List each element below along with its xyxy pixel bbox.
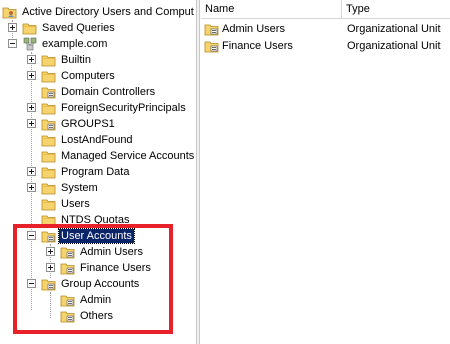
tree-item-label[interactable]: Users [59,197,92,211]
collapse-icon[interactable] [27,231,36,240]
tree-item-system[interactable]: System [0,180,196,196]
tree-item-label[interactable]: Group Accounts [59,277,141,291]
folder-icon [41,164,57,180]
ou-icon [41,84,57,100]
expand-icon[interactable] [27,167,36,176]
tree-item-computers[interactable]: Computers [0,68,196,84]
expand-icon[interactable] [27,71,36,80]
details-pane[interactable]: Name Type Admin Users Organizational Uni… [201,0,450,344]
list-item-type: Organizational Unit [347,23,441,35]
expand-icon[interactable] [27,103,36,112]
tree-root-label[interactable]: Active Directory Users and Comput [20,5,196,19]
list-item[interactable]: Admin Users Organizational Unit [201,21,450,37]
list-item[interactable]: Finance Users Organizational Unit [201,38,450,54]
tree-item-builtin[interactable]: Builtin [0,52,196,68]
tree-item-ntds-quotas[interactable]: NTDS Quotas [0,212,196,228]
folder-icon [41,52,57,68]
folder-icon [41,132,57,148]
tree-item-managed-service-accounts[interactable]: Managed Service Accounts [0,148,196,164]
tree-item-label[interactable]: Others [78,309,115,323]
tree-item-groups1[interactable]: GROUPS1 [0,116,196,132]
folder-icon [41,100,57,116]
tree-item-foreign-security-principals[interactable]: ForeignSecurityPrincipals [0,100,196,116]
tree-item-domain[interactable]: example.com [0,36,196,52]
folder-icon [41,212,57,228]
pane-splitter[interactable] [196,0,200,344]
collapse-icon[interactable] [27,279,36,288]
tree-item-label[interactable]: Domain Controllers [59,85,157,99]
tree-item-label[interactable]: System [59,181,100,195]
tree-item-users[interactable]: Users [0,196,196,212]
expand-icon[interactable] [46,247,55,256]
aduc-snapin-icon [2,4,18,20]
tree-item-finance-users[interactable]: Finance Users [0,260,196,276]
tree-item-label[interactable]: Admin [78,293,113,307]
tree-item-admin-users[interactable]: Admin Users [0,244,196,260]
collapse-icon[interactable] [8,39,17,48]
tree-item-label[interactable]: Computers [59,69,117,83]
tree-item-group-accounts[interactable]: Group Accounts [0,276,196,292]
tree-item-label[interactable]: GROUPS1 [59,117,117,131]
ou-icon [204,21,220,37]
tree-item-saved-queries[interactable]: Saved Queries [0,20,196,36]
ou-icon [60,308,76,324]
list-item-name[interactable]: Finance Users [222,39,293,53]
tree-item-domain-controllers[interactable]: Domain Controllers [0,84,196,100]
tree-root[interactable]: Active Directory Users and Comput [0,4,196,20]
tree-item-label[interactable]: Saved Queries [40,21,117,35]
ou-icon [60,244,76,260]
list-item-type: Organizational Unit [347,40,441,52]
tree-item-label[interactable]: Managed Service Accounts [59,149,196,163]
tree-item-label[interactable]: NTDS Quotas [59,213,131,227]
tree-item-label[interactable]: example.com [40,37,109,51]
expand-icon[interactable] [8,23,17,32]
expand-icon[interactable] [27,119,36,128]
tree-item-label-selected[interactable]: User Accounts [58,228,135,244]
list-item-name[interactable]: Admin Users [222,22,285,36]
tree-item-user-accounts[interactable]: User Accounts [0,228,196,244]
ou-icon [60,292,76,308]
ou-icon [41,276,57,292]
expand-icon[interactable] [27,183,36,192]
tree-item-label[interactable]: Admin Users [78,245,145,259]
folder-icon [41,68,57,84]
tree-item-lost-and-found[interactable]: LostAndFound [0,132,196,148]
domain-icon [22,36,38,52]
ou-icon [41,228,57,244]
tree-item-program-data[interactable]: Program Data [0,164,196,180]
ou-icon [41,116,57,132]
tree-item-admin[interactable]: Admin [0,292,196,308]
folder-icon [41,196,57,212]
expand-icon[interactable] [27,55,36,64]
ou-icon [204,38,220,54]
ou-icon [60,260,76,276]
column-header-type[interactable]: Type [342,0,450,19]
console-tree-pane[interactable]: Active Directory Users and Comput Saved … [0,0,196,344]
tree-item-others[interactable]: Others [0,308,196,324]
tree-item-label[interactable]: Program Data [59,165,131,179]
tree-item-label[interactable]: ForeignSecurityPrincipals [59,101,188,115]
folder-icon [22,20,38,36]
tree-item-label[interactable]: Finance Users [78,261,153,275]
column-header-name[interactable]: Name [201,0,342,19]
tree-item-label[interactable]: LostAndFound [59,133,135,147]
folder-icon [41,180,57,196]
folder-icon [41,148,57,164]
tree-item-label[interactable]: Builtin [59,53,93,67]
expand-icon[interactable] [46,263,55,272]
